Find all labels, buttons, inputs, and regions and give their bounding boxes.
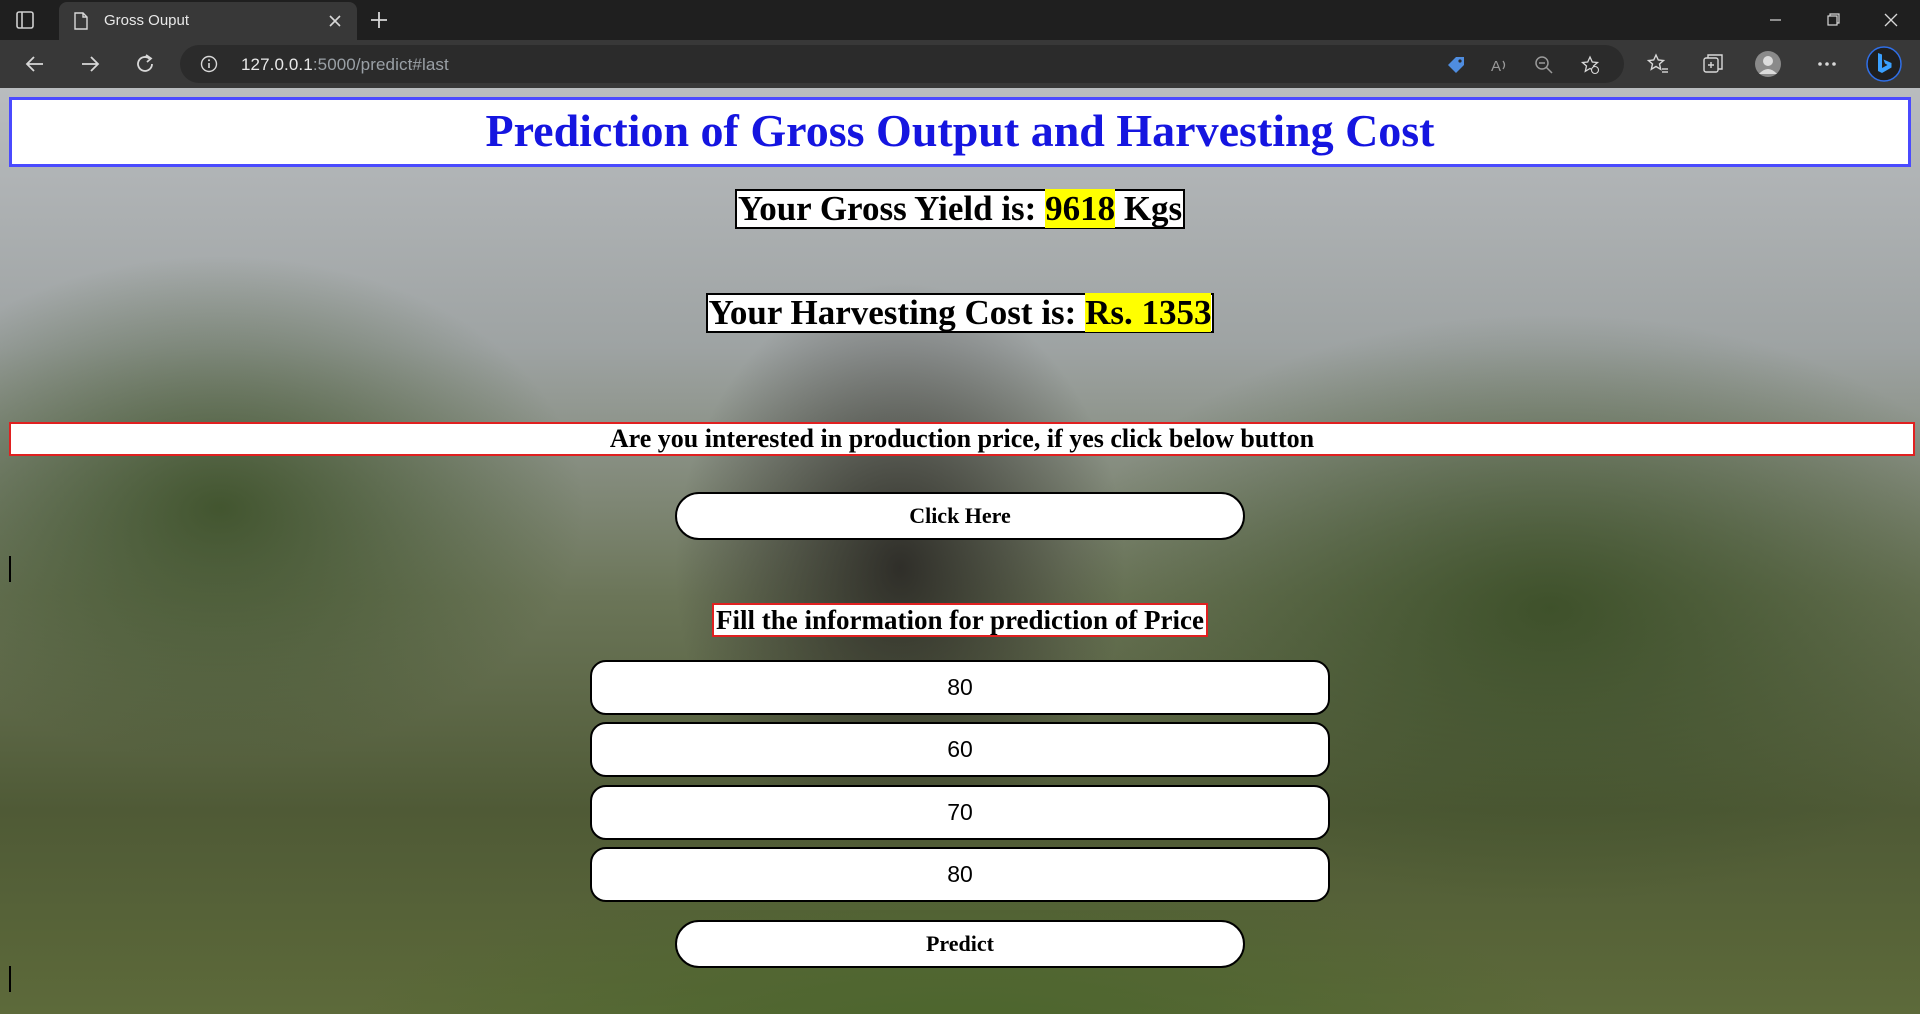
tab-strip: Gross Ouput — [0, 0, 1920, 40]
price-input-3[interactable] — [590, 785, 1330, 840]
restore-icon[interactable] — [1810, 6, 1856, 34]
back-icon[interactable] — [22, 51, 48, 77]
fill-info-label-row: Fill the information for prediction of P… — [0, 603, 1920, 637]
text-cursor-bottom — [9, 966, 11, 992]
new-tab-icon[interactable] — [367, 8, 391, 32]
click-here-button[interactable]: Click Here — [675, 492, 1245, 540]
add-favorite-icon[interactable] — [1580, 55, 1600, 75]
minimize-icon[interactable] — [1752, 6, 1798, 34]
bing-copilot-icon[interactable] — [1866, 46, 1902, 82]
profile-avatar-icon[interactable] — [1754, 50, 1782, 78]
predict-button[interactable]: Predict — [675, 920, 1245, 968]
production-price-question: Are you interested in production price, … — [9, 422, 1915, 456]
close-tab-icon[interactable] — [325, 11, 345, 31]
gross-yield-box: Your Gross Yield is: 9618 Kgs — [734, 189, 1186, 229]
svg-text:A: A — [1491, 58, 1501, 75]
url-path: :5000/predict#last — [312, 55, 449, 74]
site-info-icon[interactable] — [200, 55, 218, 73]
page-title: Prediction of Gross Output and Harvestin… — [485, 105, 1435, 156]
gross-yield-prefix: Your Gross Yield is: — [737, 189, 1046, 228]
text-cursor — [9, 556, 11, 582]
browser-toolbar: 127.0.0.1:5000/predict#last A — [0, 40, 1920, 88]
page-title-box: Prediction of Gross Output and Harvestin… — [9, 97, 1911, 167]
page-content: Prediction of Gross Output and Harvestin… — [0, 88, 1920, 1014]
zoom-out-icon[interactable] — [1534, 55, 1554, 75]
active-tab[interactable]: Gross Ouput — [59, 2, 357, 40]
harvesting-cost-value: Rs. 1353 — [1085, 293, 1212, 332]
url-host: 127.0.0.1 — [241, 55, 313, 74]
page-icon — [74, 12, 88, 30]
fill-info-label: Fill the information for prediction of P… — [712, 603, 1208, 637]
shopping-tag-icon[interactable] — [1446, 55, 1466, 75]
favorites-icon[interactable] — [1646, 52, 1670, 76]
more-options-icon[interactable] — [1815, 52, 1839, 76]
address-bar[interactable]: 127.0.0.1:5000/predict#last A — [180, 45, 1624, 83]
harvesting-cost-prefix: Your Harvesting Cost is: — [708, 293, 1086, 332]
price-input-2[interactable] — [590, 722, 1330, 777]
gross-yield-value: 9618 — [1045, 189, 1116, 228]
collections-icon[interactable] — [1701, 52, 1725, 76]
close-window-icon[interactable] — [1868, 6, 1914, 34]
read-aloud-icon[interactable]: A — [1490, 55, 1510, 75]
price-input-4[interactable] — [590, 847, 1330, 902]
tab-actions-icon[interactable] — [14, 9, 36, 31]
price-input-1[interactable] — [590, 660, 1330, 715]
harvesting-cost-box: Your Harvesting Cost is: Rs. 1353 — [705, 293, 1215, 333]
tab-title: Gross Ouput — [104, 12, 190, 29]
harvesting-cost-row: Your Harvesting Cost is: Rs. 1353 — [0, 293, 1920, 333]
refresh-icon[interactable] — [132, 51, 158, 77]
url-text[interactable]: 127.0.0.1:5000/predict#last — [241, 55, 449, 75]
forward-icon[interactable] — [77, 51, 103, 77]
gross-yield-unit: Kgs — [1115, 189, 1183, 228]
gross-yield-row: Your Gross Yield is: 9618 Kgs — [0, 189, 1920, 229]
